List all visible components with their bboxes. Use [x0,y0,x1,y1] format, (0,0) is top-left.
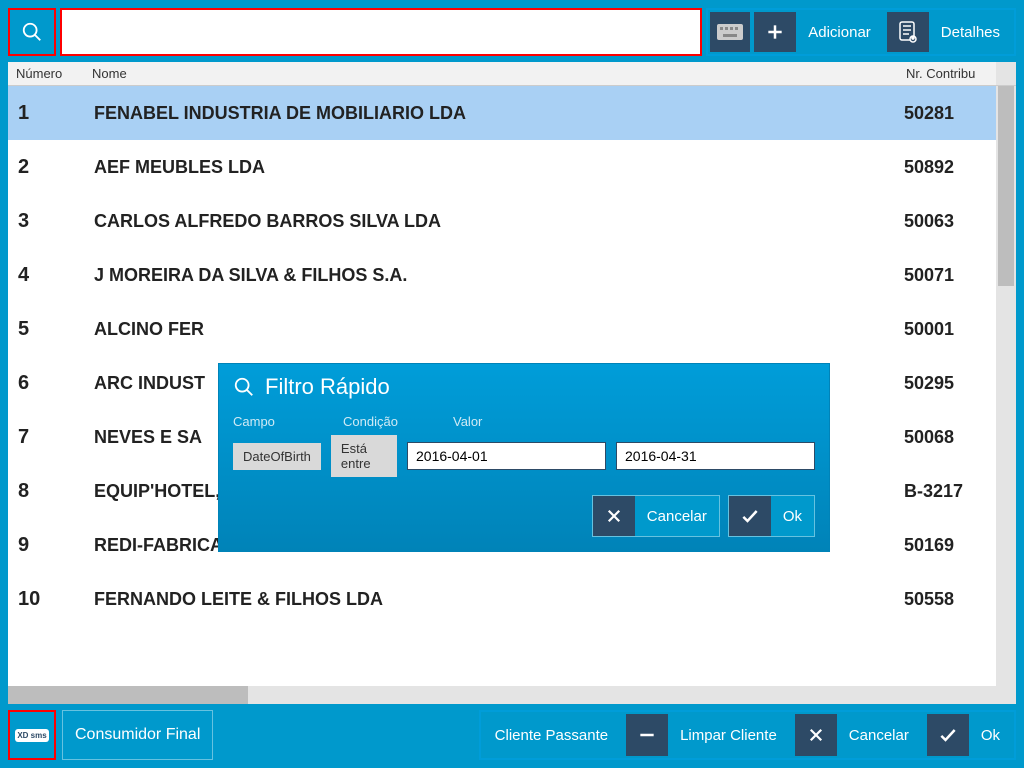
dialog-ok-button[interactable]: Ok [728,495,815,537]
horizontal-scroll-thumb[interactable] [8,686,248,704]
value-to-input[interactable] [616,442,815,470]
scroll-gutter [996,62,1016,85]
col-header-nome[interactable]: Nome [84,62,898,85]
cell-numero: 5 [8,318,84,341]
cell-nif: 50068 [898,427,996,448]
ok-label: Ok [969,727,1012,744]
cancel-button[interactable]: Cancelar [795,714,921,756]
table-row[interactable]: 3CARLOS ALFREDO BARROS SILVA LDA50063 [8,194,996,248]
cell-numero: 1 [8,102,84,125]
col-header-nif[interactable]: Nr. Contribu [898,62,996,85]
keyboard-button[interactable] [710,12,750,52]
cell-nome: FERNANDO LEITE & FILHOS LDA [84,589,898,610]
cell-nif: 50295 [898,373,996,394]
add-button[interactable]: Adicionar [754,12,883,52]
cell-nif: 50063 [898,211,996,232]
label-condicao: Condição [343,414,439,429]
minus-icon [637,725,657,745]
cell-nif: B-3217 [898,481,996,502]
cell-nome: ALCINO FER [84,319,898,340]
cell-nif: 50892 [898,157,996,178]
limpar-cliente-button[interactable]: Limpar Cliente [626,714,789,756]
check-icon [740,506,760,526]
top-button-group: Adicionar * Detalhes [706,8,1016,56]
dialog-title: Filtro Rápido [265,374,390,400]
table-row[interactable]: 2AEF MEUBLES LDA50892 [8,140,996,194]
dialog-ok-label: Ok [771,508,814,525]
cliente-passante-label: Cliente Passante [483,727,620,744]
consumidor-final-button[interactable]: Consumidor Final [62,710,213,760]
ok-button[interactable]: Ok [927,714,1012,756]
table-row[interactable]: 4J MOREIRA DA SILVA & FILHOS S.A.50071 [8,248,996,302]
cell-numero: 8 [8,480,84,503]
grid-body: 1FENABEL INDUSTRIA DE MOBILIARIO LDA5028… [8,86,1016,686]
field-select[interactable]: DateOfBirth [233,443,321,470]
limpar-label: Limpar Cliente [668,727,789,744]
col-header-numero[interactable]: Número [8,62,84,85]
search-input[interactable] [62,10,700,54]
bottom-button-group: Cliente Passante Limpar Cliente Cancelar… [479,710,1016,760]
cell-nif: 50071 [898,265,996,286]
cell-numero: 10 [8,588,84,611]
horizontal-scrollbar[interactable] [8,686,1016,704]
details-button[interactable]: * Detalhes [887,12,1012,52]
cell-nome: J MOREIRA DA SILVA & FILHOS S.A. [84,265,898,286]
cell-numero: 6 [8,372,84,395]
search-button[interactable] [8,8,56,56]
cell-nome: CARLOS ALFREDO BARROS SILVA LDA [84,211,898,232]
add-label: Adicionar [796,24,883,41]
logo-button[interactable]: XD sms [8,710,56,760]
cell-nif: 50001 [898,319,996,340]
condition-select[interactable]: Está entre [331,435,397,477]
dialog-title-bar: Filtro Rápido [219,364,829,410]
search-input-wrap [60,8,702,56]
cancel-label: Cancelar [837,727,921,744]
bottom-bar: XD sms Consumidor Final Cliente Passante… [8,710,1016,760]
details-label: Detalhes [929,24,1012,41]
cell-numero: 7 [8,426,84,449]
vertical-scrollbar[interactable] [996,86,1016,686]
quick-filter-dialog: Filtro Rápido Campo Condição Valor DateO… [219,364,829,551]
vertical-scroll-thumb[interactable] [998,86,1014,286]
cell-nif: 50169 [898,535,996,556]
search-icon [21,21,43,43]
cell-numero: 2 [8,156,84,179]
spacer [219,710,472,760]
dialog-cancel-button[interactable]: Cancelar [592,495,720,537]
cell-numero: 4 [8,264,84,287]
grid-header: Número Nome Nr. Contribu [8,62,1016,86]
cell-numero: 9 [8,534,84,557]
dialog-cancel-label: Cancelar [635,508,719,525]
top-bar: Adicionar * Detalhes [8,8,1016,56]
plus-icon [765,22,785,42]
check-icon [938,725,958,745]
keyboard-icon [717,24,743,40]
table-row[interactable]: 10FERNANDO LEITE & FILHOS LDA50558 [8,572,996,626]
label-campo: Campo [233,414,329,429]
logo-icon: XD sms [15,729,48,742]
close-icon [605,507,623,525]
search-icon [233,376,255,398]
table-row[interactable]: 5ALCINO FER50001 [8,302,996,356]
cell-nome: AEF MEUBLES LDA [84,157,898,178]
cliente-passante-button[interactable]: Cliente Passante [483,714,620,756]
label-valor: Valor [453,414,815,429]
grid: Número Nome Nr. Contribu 1FENABEL INDUST… [8,62,1016,704]
table-row[interactable]: 1FENABEL INDUSTRIA DE MOBILIARIO LDA5028… [8,86,996,140]
cell-nif: 50558 [898,589,996,610]
cell-numero: 3 [8,210,84,233]
svg-text:*: * [912,37,914,43]
cell-nome: FENABEL INDUSTRIA DE MOBILIARIO LDA [84,103,898,124]
value-from-input[interactable] [407,442,606,470]
details-icon: * [898,21,918,43]
close-icon [807,726,825,744]
cell-nif: 50281 [898,103,996,124]
